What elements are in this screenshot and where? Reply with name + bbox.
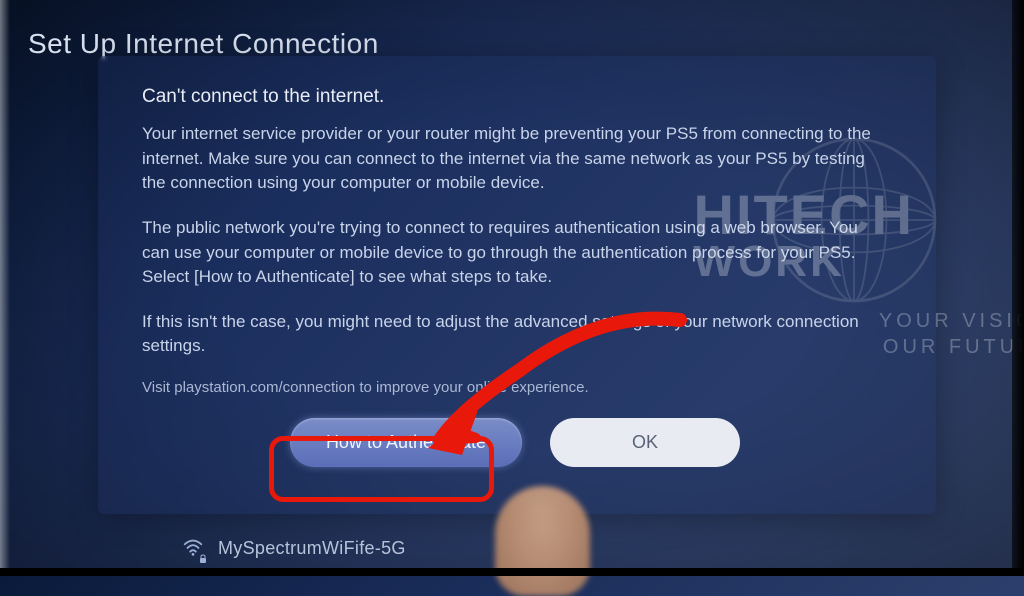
modal-para-1: Your internet service provider or your r… — [142, 122, 888, 196]
wifi-icon — [182, 536, 206, 560]
how-to-authenticate-button[interactable]: How to Authenticate — [290, 418, 522, 467]
modal-para-3: If this isn't the case, you might need t… — [142, 310, 888, 359]
network-indicator[interactable]: MySpectrumWiFife-5G — [182, 536, 406, 560]
error-modal: Can't connect to the internet. Your inte… — [98, 56, 936, 514]
button-row: How to Authenticate OK — [142, 418, 888, 467]
lock-icon — [198, 554, 208, 564]
finger-photo-artifact — [495, 486, 590, 596]
modal-heading: Can't connect to the internet. — [142, 86, 888, 108]
modal-footnote: Visit playstation.com/connection to impr… — [142, 379, 888, 396]
network-name: MySpectrumWiFife-5G — [218, 538, 406, 559]
modal-para-2: The public network you're trying to conn… — [142, 216, 888, 290]
ok-button[interactable]: OK — [550, 418, 740, 467]
